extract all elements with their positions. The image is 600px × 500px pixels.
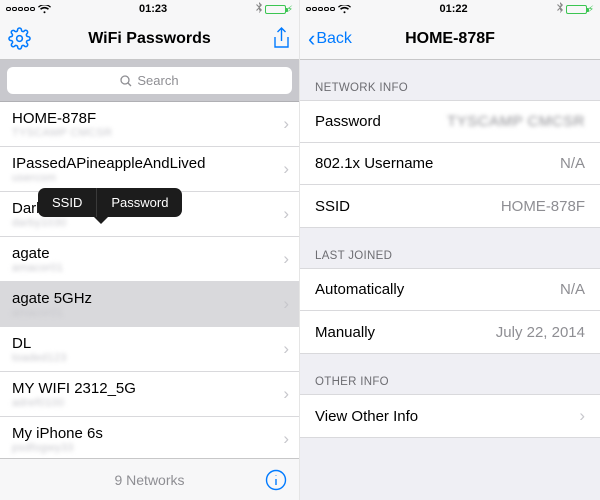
search-bar-container: Search	[0, 60, 299, 102]
back-label: Back	[316, 30, 352, 48]
wifi-icon	[38, 5, 51, 14]
list-item[interactable]: HOME-878FTYSCAMP CMCSR›	[0, 102, 299, 147]
chevron-right-icon: ›	[283, 384, 289, 404]
chevron-right-icon: ›	[283, 339, 289, 359]
status-time: 01:22	[440, 3, 468, 15]
search-input[interactable]: Search	[7, 67, 292, 94]
list-item[interactable]: IPassedAPineappleAndLivedusercom›	[0, 147, 299, 192]
battery-icon	[566, 5, 587, 14]
share-icon[interactable]	[272, 27, 291, 50]
nav-bar: WiFi Passwords	[0, 18, 299, 60]
row-view-other[interactable]: View Other Info ›	[300, 395, 600, 437]
section-header-other: OTHER INFO	[300, 354, 600, 394]
toolbar: 9 Networks	[0, 458, 299, 500]
signal-icon	[306, 7, 335, 12]
detail-list[interactable]: NETWORK INFO Password TYSCAMP CMCSR 802.…	[300, 60, 600, 500]
row-password[interactable]: Password TYSCAMP CMCSR	[300, 101, 600, 143]
status-bar: 01:23 ⚡︎	[0, 0, 299, 18]
chevron-right-icon: ›	[579, 406, 585, 426]
status-bar: 01:22 ⚡︎	[300, 0, 600, 18]
back-button[interactable]: ‹ Back	[308, 28, 352, 50]
chevron-right-icon: ›	[283, 159, 289, 179]
gear-icon[interactable]	[8, 27, 31, 50]
section-header-lastjoined: LAST JOINED	[300, 228, 600, 268]
info-icon[interactable]	[265, 469, 287, 491]
chevron-right-icon: ›	[283, 204, 289, 224]
row-auto[interactable]: Automatically N/A	[300, 269, 600, 311]
menu-item-ssid[interactable]: SSID	[38, 188, 96, 217]
list-item[interactable]: MY WIFI 2312_5Gadref0100›	[0, 372, 299, 417]
chevron-right-icon: ›	[283, 249, 289, 269]
chevron-right-icon: ›	[283, 294, 289, 314]
page-title: WiFi Passwords	[88, 30, 211, 48]
network-count: 9 Networks	[114, 472, 184, 488]
network-list[interactable]: HOME-878FTYSCAMP CMCSR› IPassedAPineappl…	[0, 102, 299, 458]
chevron-left-icon: ‹	[308, 28, 315, 50]
chevron-right-icon: ›	[283, 114, 289, 134]
search-icon	[120, 75, 132, 87]
signal-icon	[6, 7, 35, 12]
list-item-selected[interactable]: agate 5GHzamacor01›	[0, 282, 299, 327]
chevron-right-icon: ›	[283, 429, 289, 449]
row-ssid[interactable]: SSID HOME-878F	[300, 185, 600, 227]
context-menu: SSID Password	[38, 188, 182, 217]
menu-item-password[interactable]: Password	[96, 188, 182, 217]
list-item[interactable]: My iPhone 6spsdfogwy33›	[0, 417, 299, 458]
nav-bar: ‹ Back HOME-878F	[300, 18, 600, 60]
bluetooth-icon	[256, 2, 262, 16]
search-placeholder: Search	[137, 73, 178, 88]
row-username[interactable]: 802.1x Username N/A	[300, 143, 600, 185]
row-manual[interactable]: Manually July 22, 2014	[300, 311, 600, 353]
section-header-network: NETWORK INFO	[300, 60, 600, 100]
list-item[interactable]: DLtoaded123›	[0, 327, 299, 372]
bluetooth-icon	[557, 2, 563, 16]
page-title: HOME-878F	[405, 30, 495, 48]
battery-icon	[265, 5, 286, 14]
left-screen: 01:23 ⚡︎ WiFi Passwords Search	[0, 0, 300, 500]
wifi-icon	[338, 5, 351, 14]
list-item[interactable]: agateamacor01›	[0, 237, 299, 282]
right-screen: 01:22 ⚡︎ ‹ Back HOME-878F NETWORK INFO P…	[300, 0, 600, 500]
status-time: 01:23	[139, 3, 167, 15]
